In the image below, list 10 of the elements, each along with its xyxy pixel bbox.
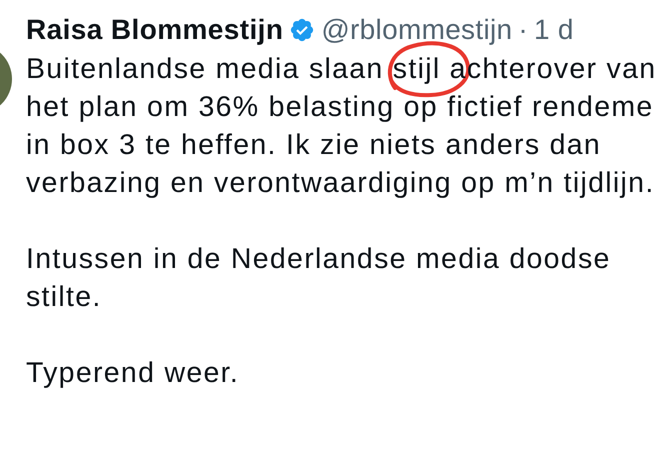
post-time[interactable]: 1 d <box>534 14 574 46</box>
post-text-line: het plan om 36% belasting op fictief rendeme <box>26 90 654 125</box>
post-text-line: Typerend weer. <box>26 356 240 391</box>
author-handle[interactable]: @rblommestijn <box>321 14 512 46</box>
post-text-line: verbazing en verontwaardiging op m’n tijdlijn. <box>26 166 655 201</box>
post-text-line: in box 3 te heffen. Ik zie niets anders dan <box>26 128 602 163</box>
post-text-line: Intussen in de Nederlandse media doodse <box>26 242 611 277</box>
post-text-line: stilte. <box>26 280 102 315</box>
author-name[interactable]: Raisa Blommestijn <box>26 14 284 46</box>
separator-dot: · <box>518 14 528 46</box>
